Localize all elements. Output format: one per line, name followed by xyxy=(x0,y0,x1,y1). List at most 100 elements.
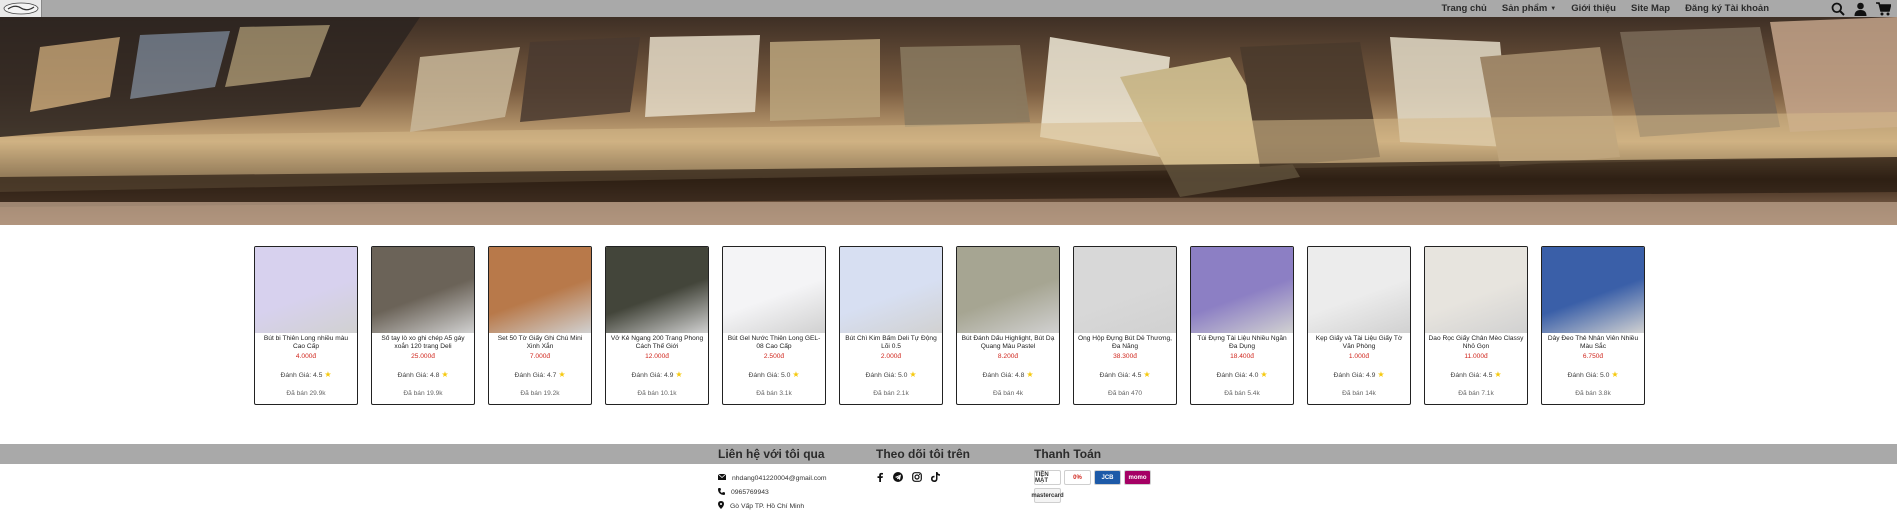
product-image[interactable] xyxy=(840,247,942,333)
product-price: 4.000đ xyxy=(295,353,317,360)
search-icon[interactable] xyxy=(1831,2,1845,16)
product-price: 38.300đ xyxy=(1113,353,1137,360)
product-sold: Đã bán 10.1k xyxy=(637,390,677,397)
product-rating-text: Đánh Giá: 5.0 xyxy=(1567,372,1610,379)
product-card[interactable]: Sổ tay lò xo ghi chép A5 gáy xoắn 120 tr… xyxy=(371,246,475,405)
nav-link-about[interactable]: Giới thiệu xyxy=(1571,3,1616,14)
product-price: 18.400đ xyxy=(1230,353,1254,360)
nav-icons xyxy=(1831,0,1891,17)
product-sold: Đã bán 4k xyxy=(992,390,1024,397)
product-card[interactable]: Bút Đánh Dấu Highlight, Bút Dạ Quang Màu… xyxy=(956,246,1060,405)
product-sold: Đã bán 3.1k xyxy=(756,390,792,397)
product-name[interactable]: Dây Đeo Thẻ Nhân Viên Nhiều Màu Sắc xyxy=(1542,335,1644,352)
product-price: 2.000đ xyxy=(880,353,902,360)
product-rating: Đánh Giá: 4.5 ★ xyxy=(1425,370,1527,379)
product-image[interactable] xyxy=(255,247,357,333)
contact-phone-text[interactable]: 0965769943 xyxy=(731,489,769,496)
site-logo[interactable] xyxy=(0,0,42,17)
star-icon: ★ xyxy=(909,370,917,379)
product-sold: Đã bán 7.1k xyxy=(1458,390,1494,397)
product-card[interactable]: Set 50 Tờ Giấy Ghi Chú Mini Xinh Xắn 7.00… xyxy=(488,246,592,405)
product-rating-text: Đánh Giá: 4.9 xyxy=(631,372,674,379)
payment-badge: 0% xyxy=(1064,470,1091,485)
phone-icon xyxy=(718,487,725,497)
product-name[interactable]: Bút Gel Nước Thiên Long GEL-08 Cao Cấp xyxy=(723,335,825,352)
product-rating-text: Đánh Giá: 4.5 xyxy=(1450,372,1493,379)
payment-methods: TIỀN MẶT 0% JCB momo mastercard xyxy=(1031,470,1151,503)
star-icon: ★ xyxy=(1611,370,1619,379)
product-card[interactable]: Bút Gel Nước Thiên Long GEL-08 Cao Cấp 2.… xyxy=(722,246,826,405)
product-image[interactable] xyxy=(1308,247,1410,333)
contact-phone: 0965769943 xyxy=(718,485,827,499)
cart-icon[interactable] xyxy=(1876,1,1891,16)
product-sold: Đã bán 14k xyxy=(1342,390,1376,397)
product-rating: Đánh Giá: 4.9 ★ xyxy=(606,370,708,379)
product-name[interactable]: Bút Chì Kim Bấm Deli Tự Động Lõi 0.5 xyxy=(840,335,942,352)
product-price: 1.000đ xyxy=(1348,353,1370,360)
product-card[interactable]: Vở Kẻ Ngang 200 Trang Phong Cách Thế Giớ… xyxy=(605,246,709,405)
product-image[interactable] xyxy=(1074,247,1176,333)
user-icon[interactable] xyxy=(1854,2,1867,16)
product-image[interactable] xyxy=(1191,247,1293,333)
product-card[interactable]: Dây Đeo Thẻ Nhân Viên Nhiều Màu Sắc 6.750… xyxy=(1541,246,1645,405)
product-rating: Đánh Giá: 4.0 ★ xyxy=(1191,370,1293,379)
product-sold: Đã bán 5.4k xyxy=(1224,390,1260,397)
top-navbar: Trang chủ Sản phẩm ▼ Giới thiệu Site Map … xyxy=(0,0,1897,17)
instagram-icon[interactable] xyxy=(912,472,922,482)
nav-link-home[interactable]: Trang chủ xyxy=(1441,3,1486,14)
tiktok-icon[interactable] xyxy=(931,472,940,482)
product-rating-text: Đánh Giá: 4.8 xyxy=(397,372,440,379)
product-image[interactable] xyxy=(1425,247,1527,333)
star-icon: ★ xyxy=(792,370,800,379)
product-rating: Đánh Giá: 5.0 ★ xyxy=(723,370,825,379)
product-name[interactable]: Sổ tay lò xo ghi chép A5 gáy xoắn 120 tr… xyxy=(372,335,474,352)
payment-badge: TIỀN MẶT xyxy=(1034,470,1061,485)
contact-column: Liên hệ với tôi qua nhdang041220004@gmai… xyxy=(717,444,827,513)
contact-address-text: Gò Vấp TP. Hồ Chí Minh xyxy=(730,502,805,510)
product-rating-text: Đánh Giá: 5.0 xyxy=(748,372,791,379)
nav-link-products[interactable]: Sản phẩm ▼ xyxy=(1502,3,1556,14)
facebook-icon[interactable] xyxy=(876,472,884,482)
telegram-icon[interactable] xyxy=(893,472,903,482)
product-rating-text: Đánh Giá: 4.7 xyxy=(514,372,557,379)
product-card[interactable]: Bút Chì Kim Bấm Deli Tự Động Lõi 0.5 2.00… xyxy=(839,246,943,405)
product-name[interactable]: Bút bi Thiên Long nhiều màu Cao Cấp xyxy=(255,335,357,352)
follow-title: Theo dõi tôi trên xyxy=(876,447,970,461)
product-image[interactable] xyxy=(957,247,1059,333)
product-card[interactable]: Kẹp Giấy và Tài Liệu Giấy Tờ Văn Phòng 1.… xyxy=(1307,246,1411,405)
product-list: Bút bi Thiên Long nhiều màu Cao Cấp 4.000… xyxy=(254,246,1645,405)
product-card[interactable]: Túi Đựng Tài Liệu Nhiều Ngăn Đa Dụng 18.4… xyxy=(1190,246,1294,405)
nav-link-register[interactable]: Đăng ký Tài khoản xyxy=(1685,3,1769,14)
product-name[interactable]: Kẹp Giấy và Tài Liệu Giấy Tờ Văn Phòng xyxy=(1308,335,1410,352)
contact-title: Liên hệ với tôi qua xyxy=(718,447,825,461)
contact-email-text[interactable]: nhdang041220004@gmail.com xyxy=(732,475,827,482)
star-icon: ★ xyxy=(324,370,332,379)
nav-links: Trang chủ Sản phẩm ▼ Giới thiệu Site Map … xyxy=(1441,0,1769,17)
product-card[interactable]: Bút bi Thiên Long nhiều màu Cao Cấp 4.000… xyxy=(254,246,358,405)
product-name[interactable]: Túi Đựng Tài Liệu Nhiều Ngăn Đa Dụng xyxy=(1191,335,1293,352)
product-price: 25.000đ xyxy=(411,353,435,360)
product-image[interactable] xyxy=(489,247,591,333)
product-image[interactable] xyxy=(723,247,825,333)
product-image[interactable] xyxy=(606,247,708,333)
product-sold: Đã bán 470 xyxy=(1107,390,1143,397)
product-name[interactable]: Ống Hộp Đựng Bút Dễ Thương, Đa Năng xyxy=(1074,335,1176,352)
product-rating-text: Đánh Giá: 4.8 xyxy=(982,372,1025,379)
product-image[interactable] xyxy=(372,247,474,333)
product-name[interactable]: Bút Đánh Dấu Highlight, Bút Dạ Quang Màu… xyxy=(957,335,1059,352)
product-name[interactable]: Vở Kẻ Ngang 200 Trang Phong Cách Thế Giớ… xyxy=(606,335,708,352)
product-sold: Đã bán 3.8k xyxy=(1575,390,1611,397)
product-name[interactable]: Dao Rọc Giấy Chân Mèo Classy Nhỏ Gọn xyxy=(1425,335,1527,352)
product-rating: Đánh Giá: 4.7 ★ xyxy=(489,370,591,379)
product-card[interactable]: Ống Hộp Đựng Bút Dễ Thương, Đa Năng 38.30… xyxy=(1073,246,1177,405)
follow-column: Theo dõi tôi trên xyxy=(876,444,970,482)
product-rating: Đánh Giá: 5.0 ★ xyxy=(1542,370,1644,379)
product-sold: Đã bán 19.2k xyxy=(520,390,560,397)
social-icons xyxy=(876,472,970,482)
product-image[interactable] xyxy=(1542,247,1644,333)
product-rating-text: Đánh Giá: 5.0 xyxy=(865,372,908,379)
product-card[interactable]: Dao Rọc Giấy Chân Mèo Classy Nhỏ Gọn 11.0… xyxy=(1424,246,1528,405)
product-price: 7.000đ xyxy=(529,353,551,360)
product-name[interactable]: Set 50 Tờ Giấy Ghi Chú Mini Xinh Xắn xyxy=(489,335,591,352)
nav-link-sitemap[interactable]: Site Map xyxy=(1631,3,1670,14)
